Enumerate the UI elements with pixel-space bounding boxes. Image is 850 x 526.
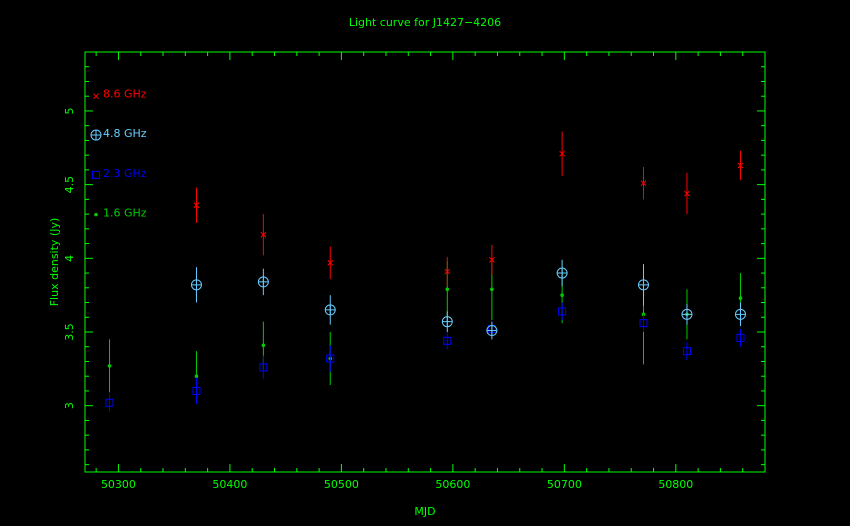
legend-label: 8.6 GHz (103, 87, 147, 100)
data-point (486, 325, 498, 337)
data-point (261, 343, 266, 348)
data-point (441, 316, 453, 328)
y-tick-label: 4.5 (63, 176, 76, 194)
chart-title: Light curve for J1427−4206 (349, 16, 501, 29)
data-point (194, 374, 199, 379)
chart-background (0, 0, 850, 526)
x-tick-label: 50300 (101, 478, 136, 491)
x-axis-label: MJD (414, 505, 435, 518)
y-tick-label: 4 (63, 255, 76, 262)
data-point (190, 279, 202, 291)
data-point (445, 287, 450, 292)
data-point (324, 304, 336, 316)
data-point (107, 364, 112, 368)
x-tick-label: 50500 (324, 478, 359, 491)
x-tick-label: 50600 (435, 478, 470, 491)
x-tick-label: 50800 (658, 478, 693, 491)
data-point (257, 276, 269, 288)
data-point (738, 296, 743, 300)
x-tick-label: 50700 (547, 478, 582, 491)
legend-item: 1.6 GHz (94, 207, 147, 220)
data-point (560, 293, 564, 297)
legend-marker (94, 212, 98, 217)
legend-label: 4.8 GHz (103, 127, 147, 140)
data-point (556, 267, 568, 279)
light-curve-chart: Light curve for J1427−4206 MJD Flux dens… (0, 0, 850, 526)
data-point (681, 308, 693, 320)
legend-label: 2.3 GHz (103, 167, 147, 180)
y-tick-label: 3.5 (63, 323, 76, 341)
y-axis-label: Flux density (Jy) (48, 218, 61, 307)
y-tick-label: 3 (63, 402, 76, 409)
data-point (637, 279, 649, 291)
x-tick-label: 50400 (212, 478, 247, 491)
legend-marker (90, 129, 102, 141)
data-point (734, 308, 746, 320)
legend-label: 1.6 GHz (103, 207, 147, 220)
data-point (490, 287, 494, 292)
y-tick-label: 5 (63, 107, 76, 114)
